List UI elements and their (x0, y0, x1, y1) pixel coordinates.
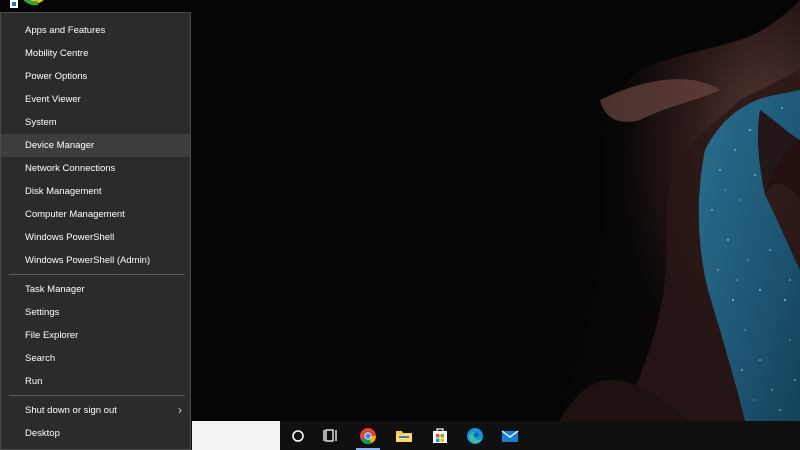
taskbar-search-box[interactable] (192, 421, 280, 450)
desktop-shortcut-icon[interactable] (8, 0, 44, 10)
chrome-icon[interactable] (350, 421, 386, 450)
menu-item-run[interactable]: Run (1, 370, 190, 393)
menu-item-windows-powershell-admin[interactable]: Windows PowerShell (Admin) (1, 249, 190, 272)
menu-item-mobility-centre[interactable]: Mobility Centre (1, 42, 190, 65)
menu-item-apps-and-features[interactable]: Apps and Features (1, 19, 190, 42)
menu-separator (9, 274, 185, 275)
quick-link-menu: Apps and Features Mobility Centre Power … (0, 12, 191, 450)
menu-item-windows-powershell[interactable]: Windows PowerShell (1, 226, 190, 249)
menu-item-task-manager[interactable]: Task Manager (1, 278, 190, 301)
menu-item-desktop[interactable]: Desktop (1, 422, 190, 445)
menu-item-network-connections[interactable]: Network Connections (1, 157, 190, 180)
cortana-icon[interactable] (280, 421, 316, 450)
menu-item-disk-management[interactable]: Disk Management (1, 180, 190, 203)
menu-item-file-explorer[interactable]: File Explorer (1, 324, 190, 347)
file-explorer-icon[interactable] (386, 421, 422, 450)
menu-item-computer-management[interactable]: Computer Management (1, 203, 190, 226)
menu-item-label: Shut down or sign out (25, 405, 117, 416)
task-view-icon[interactable] (314, 421, 350, 450)
menu-item-settings[interactable]: Settings (1, 301, 190, 324)
mail-icon[interactable] (492, 421, 528, 450)
menu-separator (9, 395, 185, 396)
menu-item-device-manager[interactable]: Device Manager (1, 134, 190, 157)
edge-icon[interactable] (457, 421, 493, 450)
chevron-right-icon: › (178, 403, 182, 417)
menu-item-shut-down-or-sign-out[interactable]: Shut down or sign out › (1, 399, 190, 422)
microsoft-store-icon[interactable] (422, 421, 458, 450)
menu-item-search[interactable]: Search (1, 347, 190, 370)
menu-item-event-viewer[interactable]: Event Viewer (1, 88, 190, 111)
menu-item-power-options[interactable]: Power Options (1, 65, 190, 88)
menu-item-system[interactable]: System (1, 111, 190, 134)
